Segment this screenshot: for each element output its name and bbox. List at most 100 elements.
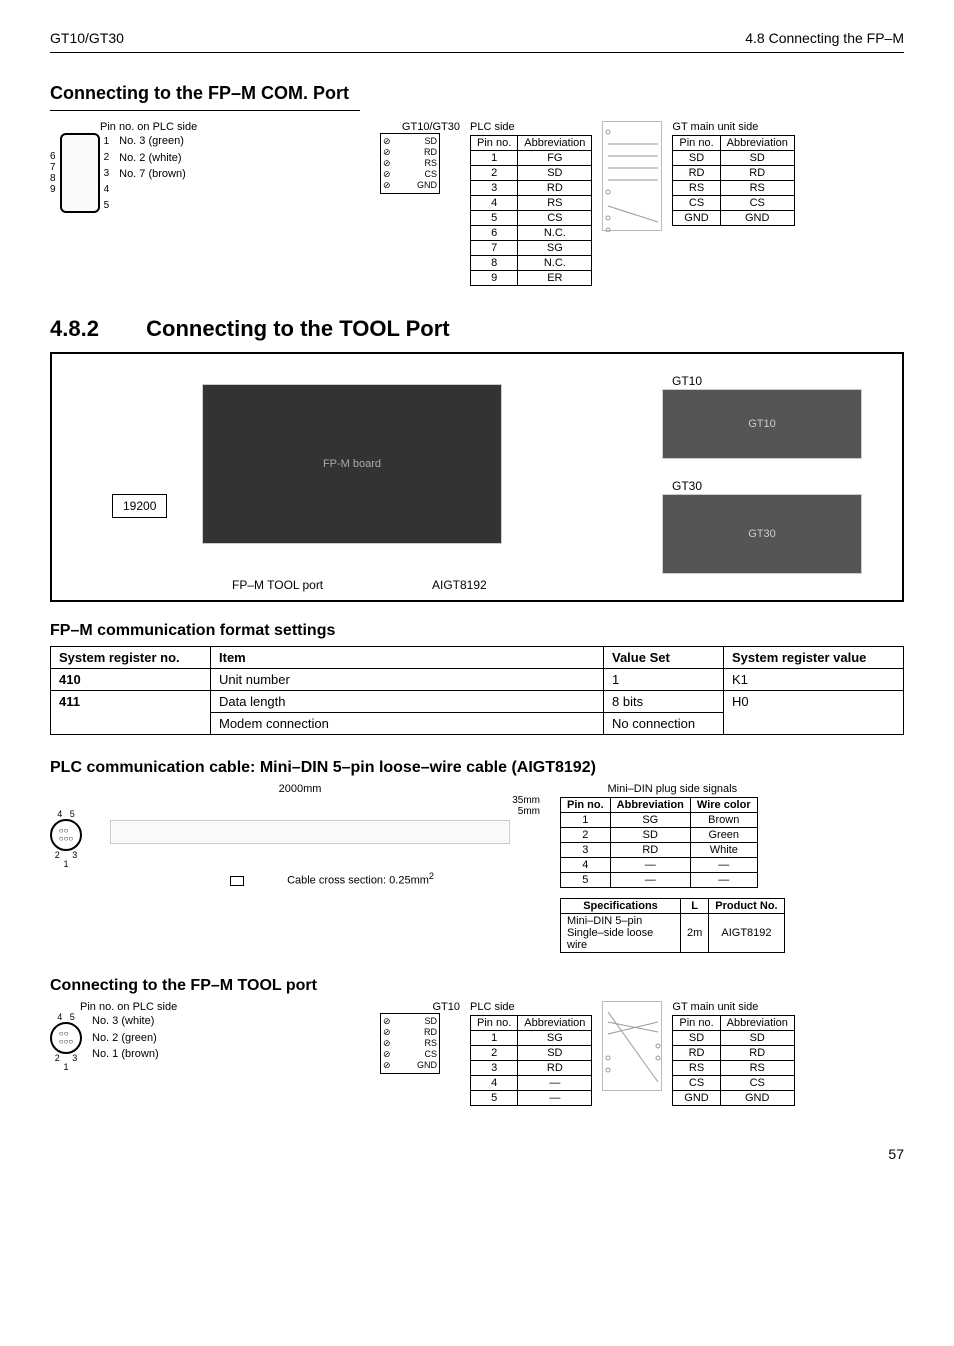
plc-side-table-block: PLC side Pin no.Abbreviation 1FG 2SD 3RD… [470,121,592,286]
table-row: 5CS [471,211,592,226]
table-row: 6N.C. [471,226,592,241]
mini-din-plug-icon: ○○○○○ [50,819,82,851]
signals-table: Pin no. Abbreviation Wire color 1SGBrown… [560,797,758,888]
cable-body-icon [110,820,510,844]
gt-terminal-label: GT10 [380,1001,460,1013]
terminal-strip: ⊘SD ⊘RD ⊘RS ⊘CS ⊘GND [380,133,440,194]
section-tool-port-heading: 4.8.2 Connecting to the TOOL Port [50,316,904,342]
page-number: 57 [50,1146,904,1162]
wiring-crosslink-diagram [602,121,662,241]
terminal-strip: ⊘SD ⊘RD ⊘RS ⊘CS ⊘GND [380,1013,440,1074]
table-row: RDRD [673,166,794,181]
table-row: RSRS [673,1061,794,1076]
cable-section-icon [230,876,244,886]
table-row: 2SD [471,166,592,181]
cable-part-label: AIGT8192 [432,578,487,592]
table-row: 4— [471,1076,592,1091]
section-comm-settings: FP–M communication format settings Syste… [50,622,904,735]
section-title: Connecting to the FP–M TOOL port [50,977,904,995]
table-row: 8N.C. [471,256,592,271]
cable-cross-section-label: Cable cross section: 0.25mm2 [230,871,550,887]
table-row: GNDGND [673,1091,794,1106]
table-row: GNDGND [673,211,794,226]
section-fpm-tool-port: Connecting to the FP–M TOOL port Pin no.… [50,977,904,1106]
gt10-unit-icon: GT10 [662,389,862,459]
crosslink-lines-icon [603,122,663,232]
tool-port-diagram: 19200 FP-M board FP–M TOOL port AIGT8192… [50,352,904,602]
table-row: 3RD [471,181,592,196]
connector-pins-right: 1 2 3 4 5 [104,133,110,213]
page-header: GT10/GT30 4.8 Connecting the FP–M [50,30,904,46]
comm-settings-table: System register no. Item Value Set Syste… [50,646,904,735]
plc-legend-title: Pin no. on PLC side [80,1001,370,1013]
cable-drawing: 2000mm 35mm 5mm 4 5 ○○○○○ 2 3 1 [50,783,550,887]
mini-din-plug-icon: ○○○○○ [50,1022,82,1054]
gt-terminal-label: GT10/GT30 [380,121,460,133]
gt-side-title: GT main unit side [672,121,794,133]
plc-legend-title: Pin no. on PLC side [100,121,370,133]
table-row: 4RS [471,196,592,211]
plc-connector-diagram: Pin no. on PLC side 4 5 ○○○○○ 2 3 1 No. … [50,1001,370,1072]
header-left: GT10/GT30 [50,30,124,46]
table-row: 1SG [471,1031,592,1046]
table-row: 2SD [471,1046,592,1061]
crosslink-lines-icon [603,1002,663,1092]
table-row: 5— [471,1091,592,1106]
table-row: 410 Unit number 1 K1 [51,669,904,691]
spec-table: Specifications L Product No. Mini–DIN 5–… [560,898,785,953]
gt-terminal-block: GT10 ⊘SD ⊘RD ⊘RS ⊘CS ⊘GND [380,1001,460,1074]
table-row: CSCS [673,1076,794,1091]
table-row: SDSD [673,1031,794,1046]
table-row: RSRS [673,181,794,196]
table-row: RDRD [673,1046,794,1061]
table-row: 2SDGreen [561,828,758,843]
table-row: 5—— [561,873,758,888]
wire-labels: No. 3 (green) No. 2 (white) No. 7 (brown… [119,133,186,183]
section-number: 4.8.2 [50,316,140,342]
header-divider [50,52,904,53]
gt-side-table: Pin no.Abbreviation SDSD RDRD RSRS CSCS … [672,1015,794,1106]
section-title: Connecting to the FP–M COM. Port [50,83,904,104]
gt-side-title: GT main unit side [672,1001,794,1013]
table-row: SDSD [673,151,794,166]
cable-length-label: 2000mm [50,783,550,795]
table-row: 1FG [471,151,592,166]
db9-connector-icon [60,133,100,213]
fpm-board-icon: FP-M board [202,384,502,544]
gt-terminal-block: GT10/GT30 ⊘SD ⊘RD ⊘RS ⊘CS ⊘GND [380,121,460,194]
section-title: FP–M communication format settings [50,622,904,640]
signals-title: Mini–DIN plug side signals [560,783,785,795]
table-row: 4—— [561,858,758,873]
table-row: 3RD [471,1061,592,1076]
baud-label: 19200 [112,494,167,518]
table-row: 7SG [471,241,592,256]
signals-table-block: Mini–DIN plug side signals Pin no. Abbre… [560,783,785,888]
table-row: CSCS [673,196,794,211]
fpm-com-figure: Pin no. on PLC side 6 7 8 9 1 2 3 4 5 N [50,121,904,286]
plc-side-table: Pin no.Abbreviation 1SG 2SD 3RD 4— 5— [470,1015,592,1106]
table-row: 411 Data length 8 bits H0 [51,691,904,713]
fpm-port-label: FP–M TOOL port [232,578,323,592]
gt-side-table-block: GT main unit side Pin no.Abbreviation SD… [672,1001,794,1106]
header-right: 4.8 Connecting the FP–M [745,30,904,46]
table-row: Mini–DIN 5–pin Single–side loose wire 2m… [561,914,785,953]
plc-connector-diagram: Pin no. on PLC side 6 7 8 9 1 2 3 4 5 N [50,121,370,213]
table-row: 1SGBrown [561,813,758,828]
section-title: Connecting to the TOOL Port [146,316,450,341]
wiring-crosslink-diagram [602,1001,662,1091]
table-row: 9ER [471,271,592,286]
gt-side-table-block: GT main unit side Pin no.Abbreviation SD… [672,121,794,226]
table-row: 3RDWhite [561,843,758,858]
plc-side-title: PLC side [470,121,592,133]
section-fpm-com-port: Connecting to the FP–M COM. Port Pin no.… [50,83,904,286]
wire-labels: No. 3 (white) No. 2 (green) No. 1 (brown… [92,1013,159,1063]
gt10-label: GT10 [672,374,702,388]
gt30-unit-icon: GT30 [662,494,862,574]
section-cable: PLC communication cable: Mini–DIN 5–pin … [50,759,904,953]
table-row: Modem connection No connection [51,713,904,735]
gt-side-table: Pin no.Abbreviation SDSD RDRD RSRS CSCS … [672,135,794,226]
section-title: PLC communication cable: Mini–DIN 5–pin … [50,759,904,777]
section-title-rule [50,110,360,111]
plc-side-table: Pin no.Abbreviation 1FG 2SD 3RD 4RS 5CS … [470,135,592,286]
plc-side-table-block: PLC side Pin no.Abbreviation 1SG 2SD 3RD… [470,1001,592,1106]
